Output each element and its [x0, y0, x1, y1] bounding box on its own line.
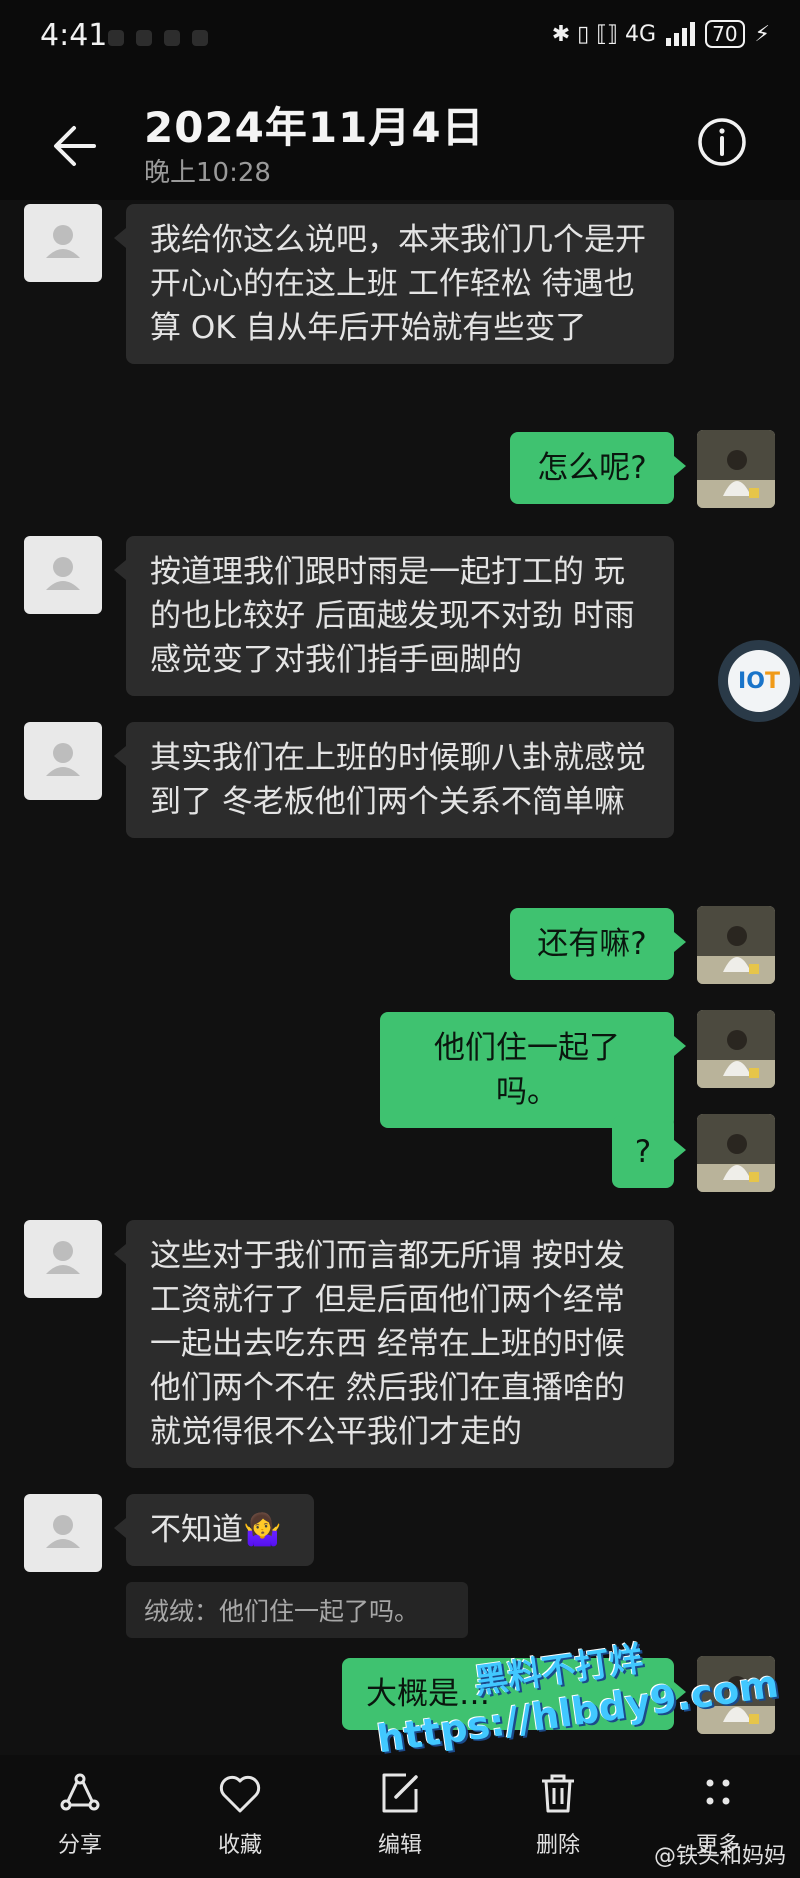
- quoted-reply[interactable]: 绒绒：他们住一起了吗。: [126, 1582, 468, 1638]
- share-button[interactable]: 分享: [30, 1769, 130, 1859]
- back-button[interactable]: [46, 116, 106, 176]
- avatar-self[interactable]: [697, 906, 775, 984]
- message-bubble-incoming[interactable]: 不知道🤷‍♀️: [114, 1494, 314, 1566]
- connectivity-icons: ✱ ▯ ⟦⟧ 4G: [551, 21, 657, 47]
- share-label: 分享: [57, 1833, 102, 1858]
- edit-button[interactable]: 编辑: [350, 1769, 450, 1859]
- message-bubble-outgoing[interactable]: 还有嘛?: [510, 908, 686, 980]
- avatar[interactable]: [24, 204, 102, 282]
- user-photo-icon: [697, 906, 775, 984]
- notification-icon: [164, 30, 180, 46]
- avatar-self[interactable]: [697, 430, 775, 508]
- status-indicators: ✱ ▯ ⟦⟧ 4G 70 ⚡: [552, 20, 770, 48]
- iot-logo-icon: IO T: [728, 650, 790, 712]
- floating-assistant-button[interactable]: IO T: [718, 640, 800, 722]
- message-bubble-incoming[interactable]: 按道理我们跟时雨是一起打工的 玩的也比较好 后面越发现不对劲 时雨感觉变了对我们…: [114, 536, 674, 696]
- avatar-self[interactable]: [697, 1114, 775, 1192]
- notification-icon: [108, 30, 124, 46]
- default-avatar-icon: [46, 557, 80, 590]
- battery-icon: 70: [705, 20, 745, 48]
- message-bubble-outgoing[interactable]: 怎么呢?: [510, 432, 686, 504]
- message-bubble-incoming[interactable]: 我给你这么说吧，本来我们几个是开开心心的在这上班 工作轻松 待遇也算 OK 自从…: [114, 204, 674, 364]
- avatar[interactable]: [24, 536, 102, 614]
- badge-text: IO: [738, 668, 765, 694]
- edit-label: 编辑: [377, 1833, 422, 1858]
- default-avatar-icon: [46, 225, 80, 258]
- favorite-button[interactable]: 收藏: [190, 1769, 290, 1859]
- status-time: 4:41: [40, 18, 108, 53]
- page-title: 2024年11月4日: [144, 103, 485, 152]
- favorite-label: 收藏: [217, 1833, 262, 1858]
- default-avatar-icon: [46, 1241, 80, 1274]
- notification-icons: [108, 30, 288, 48]
- message-bubble-outgoing[interactable]: ?: [612, 1116, 686, 1188]
- avatar[interactable]: [24, 1494, 102, 1572]
- message-bubble-incoming[interactable]: 其实我们在上班的时候聊八卦就感觉到了 冬老板他们两个关系不简单嘛: [114, 722, 674, 838]
- default-avatar-icon: [46, 1515, 80, 1548]
- heart-icon: [219, 1775, 261, 1813]
- info-button[interactable]: [696, 116, 748, 168]
- edit-icon: [382, 1773, 418, 1813]
- notification-icon: [192, 30, 208, 46]
- avatar[interactable]: [24, 1220, 102, 1298]
- user-photo-icon: [697, 1010, 775, 1088]
- badge-text-accent: T: [764, 668, 780, 694]
- status-bar: 4:41 ✱ ▯ ⟦⟧ 4G 70 ⚡: [0, 0, 800, 80]
- avatar[interactable]: [24, 722, 102, 800]
- message-bubble-outgoing[interactable]: 他们住一起了吗。: [380, 1012, 686, 1128]
- message-list[interactable]: 我给你这么说吧，本来我们几个是开开心心的在这上班 工作轻松 待遇也算 OK 自从…: [0, 200, 800, 1755]
- arrow-left-icon: [54, 126, 96, 166]
- delete-label: 删除: [535, 1833, 580, 1858]
- chat-header: 2024年11月4日 晚上10:28: [0, 80, 800, 200]
- trash-icon: [542, 1774, 574, 1813]
- avatar-self[interactable]: [697, 1010, 775, 1088]
- more-dots-icon: [706, 1779, 730, 1805]
- page-subtitle: 晚上10:28: [144, 158, 271, 188]
- source-credit: @铁头和妈妈: [653, 1844, 786, 1869]
- delete-button[interactable]: 删除: [508, 1769, 608, 1859]
- notification-icon: [136, 30, 152, 46]
- user-photo-icon: [697, 1114, 775, 1192]
- bottom-toolbar: 分享 收藏 编辑 删除 更多 @铁头和妈妈: [0, 1755, 800, 1878]
- user-photo-icon: [697, 430, 775, 508]
- default-avatar-icon: [46, 743, 80, 776]
- signal-icon: [666, 22, 696, 46]
- info-icon: [698, 118, 746, 166]
- message-bubble-incoming[interactable]: 这些对于我们而言都无所谓 按时发工资就行了 但是后面他们两个经常一起出去吃东西 …: [114, 1220, 674, 1468]
- share-icon: [60, 1773, 100, 1811]
- charging-icon: ⚡: [754, 21, 770, 47]
